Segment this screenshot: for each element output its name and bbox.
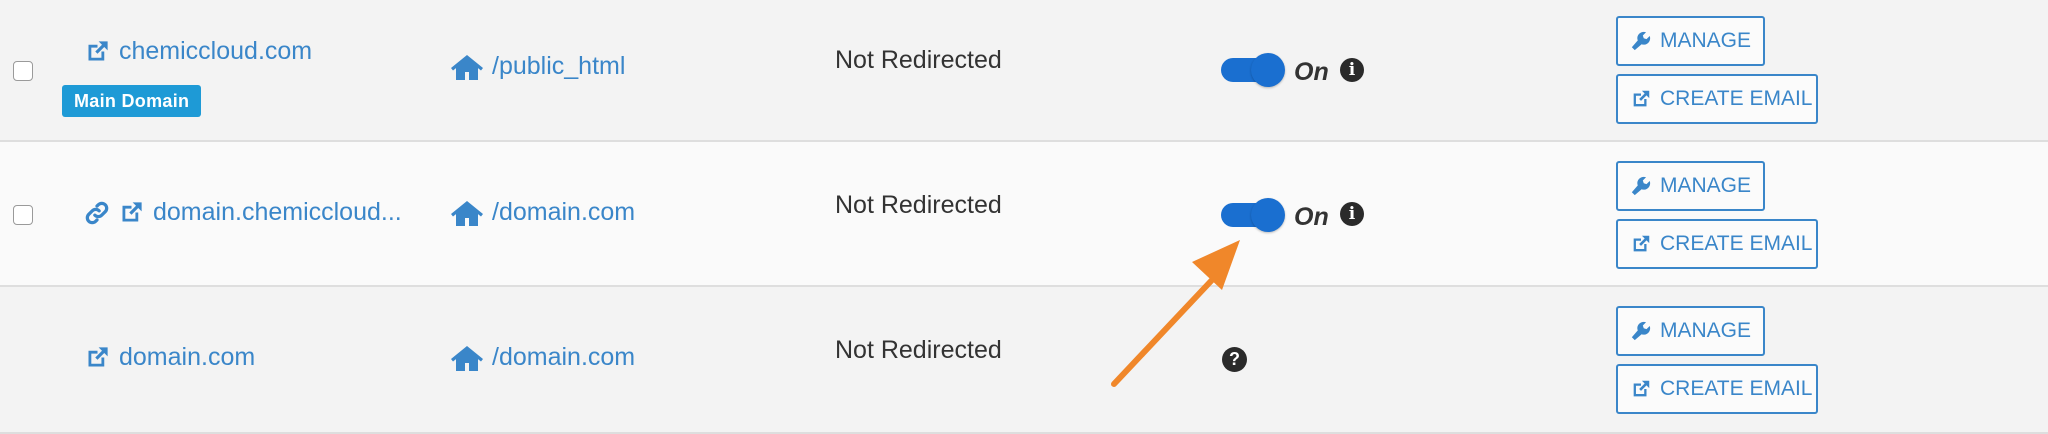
manage-button[interactable]: MANAGE bbox=[1616, 306, 1765, 356]
main-domain-badge: Main Domain bbox=[62, 85, 202, 117]
document-root-link[interactable]: /domain.com bbox=[450, 343, 635, 372]
toggle-label: On bbox=[1294, 203, 1329, 231]
external-link-icon bbox=[84, 344, 111, 371]
wrench-icon bbox=[1630, 320, 1652, 342]
domain-name: domain.chemiccloud... bbox=[153, 198, 402, 226]
home-icon bbox=[450, 199, 484, 227]
manage-button[interactable]: MANAGE bbox=[1616, 161, 1765, 211]
autossl-toggle[interactable] bbox=[1221, 53, 1285, 87]
redirect-status: Not Redirected bbox=[835, 191, 1002, 219]
external-link-icon bbox=[1630, 378, 1652, 400]
create-email-button[interactable]: CREATE EMAIL bbox=[1616, 364, 1818, 414]
info-icon[interactable]: i bbox=[1340, 202, 1364, 226]
link-icon bbox=[84, 200, 110, 226]
redirect-status: Not Redirected bbox=[835, 46, 1002, 74]
redirect-status: Not Redirected bbox=[835, 336, 1002, 364]
home-icon bbox=[450, 344, 484, 372]
create-email-label: CREATE EMAIL bbox=[1660, 87, 1813, 110]
domain-link[interactable]: chemiccloud.com bbox=[84, 37, 312, 66]
manage-label: MANAGE bbox=[1660, 319, 1752, 342]
info-icon[interactable]: i bbox=[1340, 58, 1364, 82]
toggle-knob bbox=[1251, 53, 1285, 87]
wrench-icon bbox=[1630, 30, 1652, 52]
manage-label: MANAGE bbox=[1660, 174, 1752, 197]
create-email-button[interactable]: CREATE EMAIL bbox=[1616, 219, 1818, 269]
row-checkbox[interactable] bbox=[13, 205, 33, 225]
create-email-label: CREATE EMAIL bbox=[1660, 377, 1813, 400]
document-root-path: /domain.com bbox=[492, 198, 636, 226]
table-row: chemiccloud.com Main Domain /public_html… bbox=[0, 0, 2048, 142]
row-checkbox[interactable] bbox=[13, 61, 33, 81]
external-link-icon bbox=[1630, 233, 1652, 255]
domain-link[interactable]: domain.com bbox=[84, 343, 255, 372]
create-email-button[interactable]: CREATE EMAIL bbox=[1616, 74, 1818, 124]
table-row: domain.com /domain.com Not Redirected ? … bbox=[0, 287, 2048, 434]
question-icon[interactable]: ? bbox=[1222, 347, 1247, 372]
external-link-icon bbox=[118, 199, 145, 226]
external-link-icon bbox=[84, 38, 111, 65]
autossl-toggle[interactable] bbox=[1221, 198, 1285, 232]
toggle-label: On bbox=[1294, 58, 1329, 86]
domain-name: chemiccloud.com bbox=[119, 37, 313, 65]
document-root-path: /domain.com bbox=[492, 343, 636, 371]
table-row: domain.chemiccloud... /domain.com Not Re… bbox=[0, 142, 2048, 287]
document-root-link[interactable]: /domain.com bbox=[450, 198, 635, 227]
manage-button[interactable]: MANAGE bbox=[1616, 16, 1765, 66]
domain-link[interactable]: domain.chemiccloud... bbox=[84, 198, 402, 227]
document-root-link[interactable]: /public_html bbox=[450, 52, 625, 81]
toggle-knob bbox=[1251, 198, 1285, 232]
document-root-path: /public_html bbox=[492, 52, 626, 80]
home-icon bbox=[450, 53, 484, 81]
domain-name: domain.com bbox=[119, 343, 256, 371]
manage-label: MANAGE bbox=[1660, 29, 1752, 52]
wrench-icon bbox=[1630, 175, 1652, 197]
external-link-icon bbox=[1630, 88, 1652, 110]
create-email-label: CREATE EMAIL bbox=[1660, 232, 1813, 255]
